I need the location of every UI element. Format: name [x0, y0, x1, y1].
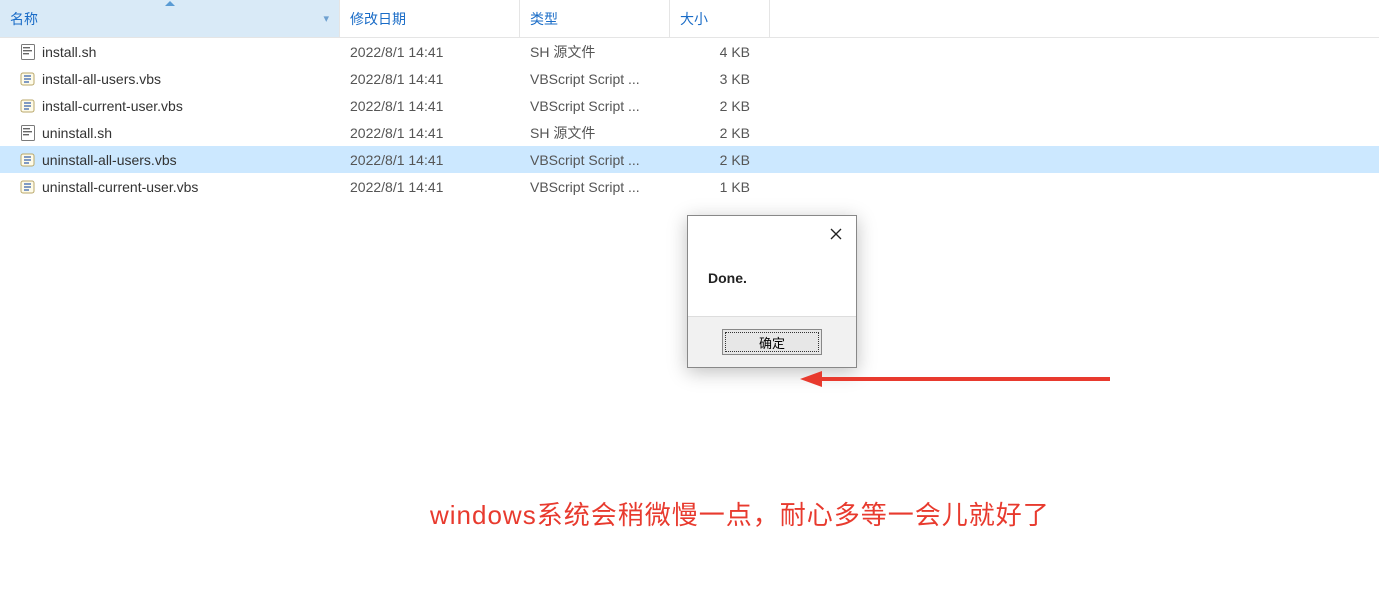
vbs-file-icon [20, 179, 36, 195]
sh-file-icon [20, 44, 36, 60]
file-name-label: install.sh [42, 44, 96, 60]
file-name-label: uninstall-current-user.vbs [42, 179, 198, 195]
dialog-footer: 确定 [688, 316, 856, 367]
file-size-cell: 3 KB [670, 71, 770, 87]
file-row[interactable]: uninstall-current-user.vbs 2022/8/1 14:41… [0, 173, 1379, 200]
file-name-label: uninstall.sh [42, 125, 112, 141]
file-type-cell: SH 源文件 [520, 123, 670, 143]
file-name-label: install-all-users.vbs [42, 71, 161, 87]
sort-ascending-icon [165, 1, 175, 6]
column-header-name-label: 名称 [10, 9, 38, 29]
file-row[interactable]: install-current-user.vbs 2022/8/1 14:41VB… [0, 92, 1379, 119]
file-row[interactable]: uninstall.sh 2022/8/1 14:41SH 源文件2 KB [0, 119, 1379, 146]
file-name-label: install-current-user.vbs [42, 98, 183, 114]
file-name-cell: install.sh [0, 44, 340, 60]
file-row[interactable]: install.sh 2022/8/1 14:41SH 源文件4 KB [0, 38, 1379, 65]
dialog-message: Done. [688, 252, 856, 316]
dialog-titlebar [688, 216, 856, 252]
file-date-cell: 2022/8/1 14:41 [340, 152, 520, 168]
file-date-cell: 2022/8/1 14:41 [340, 179, 520, 195]
column-header-type-label: 类型 [530, 9, 558, 29]
annotation-caption: windows系统会稍微慢一点，耐心多等一会儿就好了 [430, 495, 1050, 532]
file-date-cell: 2022/8/1 14:41 [340, 71, 520, 87]
file-list: install.sh2022/8/1 14:41SH 源文件4 KBinstal… [0, 38, 1379, 200]
file-size-cell: 2 KB [670, 98, 770, 114]
file-row[interactable]: install-all-users.vbs 2022/8/1 14:41VBScr… [0, 65, 1379, 92]
file-type-cell: VBScript Script ... [520, 179, 670, 195]
file-name-cell: uninstall-current-user.vbs [0, 179, 340, 195]
file-name-label: uninstall-all-users.vbs [42, 152, 177, 168]
column-header-size[interactable]: 大小 [670, 0, 770, 37]
file-name-cell: install-current-user.vbs [0, 98, 340, 114]
vbs-file-icon [20, 98, 36, 114]
column-header-date[interactable]: 修改日期 [340, 0, 520, 37]
column-header-row: 名称 ▾ 修改日期 类型 大小 [0, 0, 1379, 38]
file-size-cell: 4 KB [670, 44, 770, 60]
column-header-name[interactable]: 名称 ▾ [0, 0, 340, 37]
file-type-cell: VBScript Script ... [520, 71, 670, 87]
column-header-type[interactable]: 类型 [520, 0, 670, 37]
file-name-cell: uninstall.sh [0, 125, 340, 141]
vbs-file-icon [20, 71, 36, 87]
sh-file-icon [20, 125, 36, 141]
chevron-down-icon[interactable]: ▾ [315, 12, 329, 25]
file-date-cell: 2022/8/1 14:41 [340, 44, 520, 60]
file-row[interactable]: uninstall-all-users.vbs 2022/8/1 14:41VBS… [0, 146, 1379, 173]
file-type-cell: SH 源文件 [520, 42, 670, 62]
file-size-cell: 2 KB [670, 125, 770, 141]
file-name-cell: uninstall-all-users.vbs [0, 152, 340, 168]
file-date-cell: 2022/8/1 14:41 [340, 125, 520, 141]
column-header-date-label: 修改日期 [350, 9, 406, 29]
message-dialog: Done. 确定 [687, 215, 857, 368]
ok-button[interactable]: 确定 [722, 329, 822, 355]
file-size-cell: 1 KB [670, 179, 770, 195]
file-type-cell: VBScript Script ... [520, 152, 670, 168]
file-size-cell: 2 KB [670, 152, 770, 168]
file-name-cell: install-all-users.vbs [0, 71, 340, 87]
annotation-arrow [800, 369, 1110, 389]
column-header-size-label: 大小 [680, 9, 708, 29]
file-type-cell: VBScript Script ... [520, 98, 670, 114]
file-date-cell: 2022/8/1 14:41 [340, 98, 520, 114]
dialog-close-button[interactable] [816, 216, 856, 252]
vbs-file-icon [20, 152, 36, 168]
close-icon [830, 228, 842, 240]
